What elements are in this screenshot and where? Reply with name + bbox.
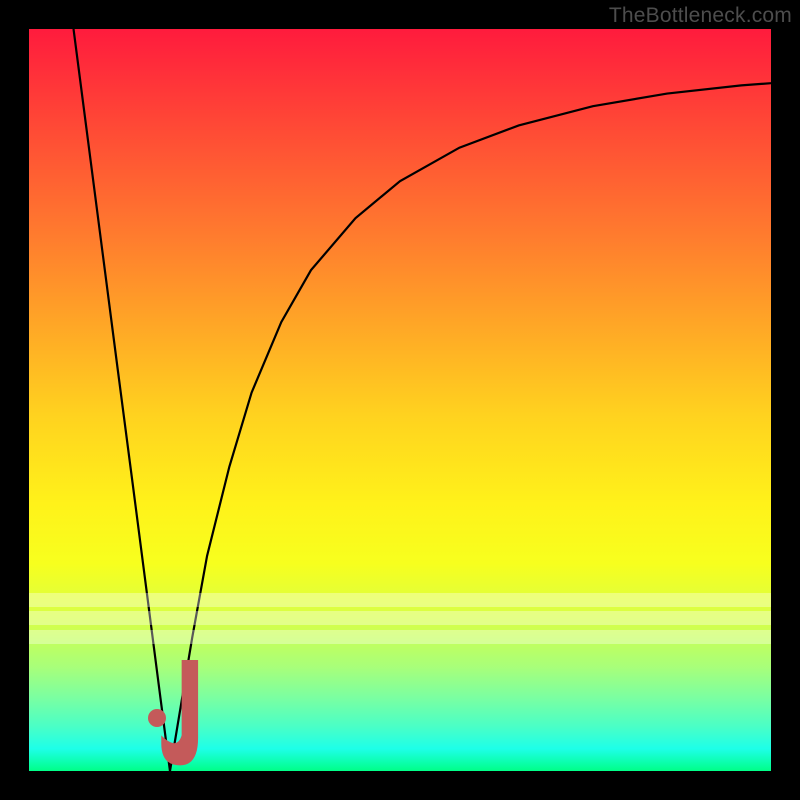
- highlight-band: [29, 593, 771, 607]
- plot-area: [29, 29, 771, 771]
- chart-frame: TheBottleneck.com: [0, 0, 800, 800]
- highlight-band: [29, 611, 771, 625]
- highlight-band: [29, 630, 771, 644]
- current-point-marker: [148, 709, 166, 727]
- bottleneck-curve: [29, 29, 771, 771]
- marker-tick-icon: [155, 660, 233, 771]
- watermark-text: TheBottleneck.com: [609, 4, 792, 28]
